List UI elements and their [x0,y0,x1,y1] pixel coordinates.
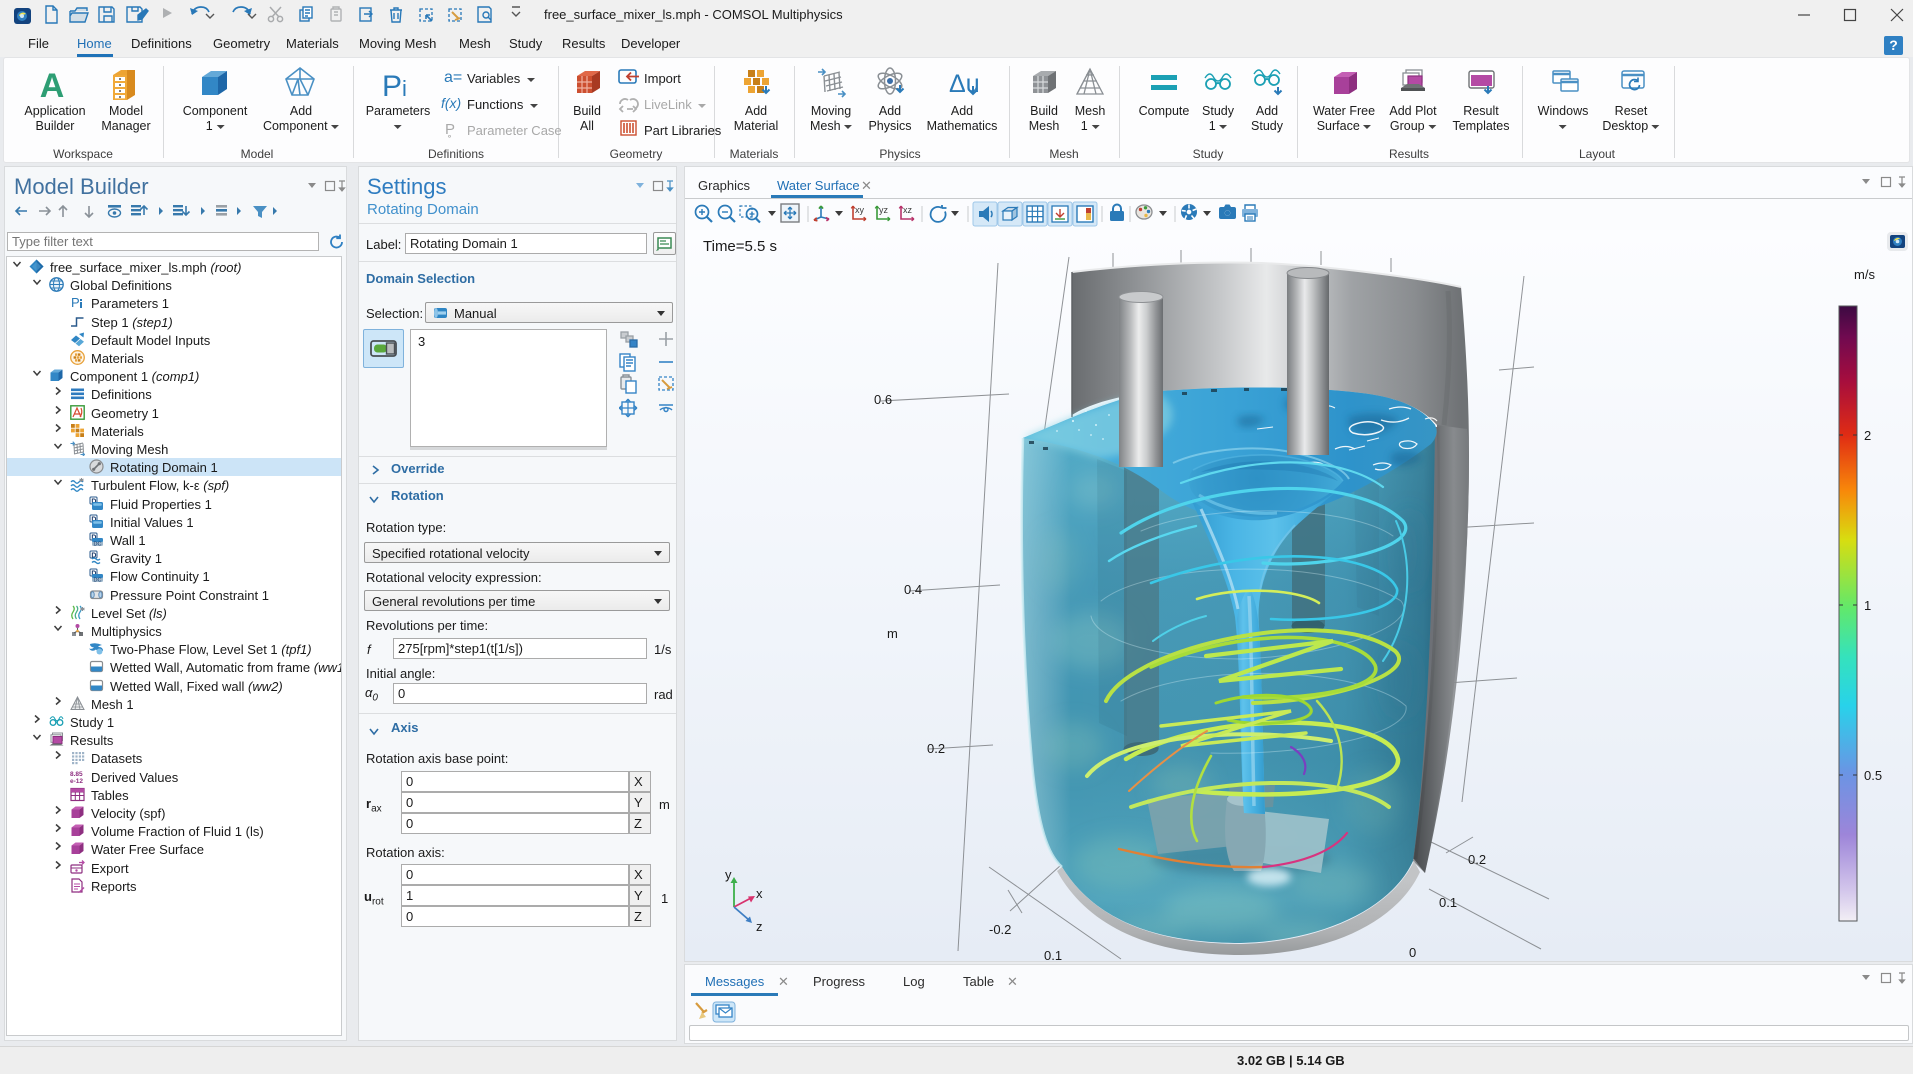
svg-text:0.2: 0.2 [927,741,945,756]
svg-text:x: x [756,886,763,901]
svg-text:P: P [382,70,402,103]
svg-text:i: i [402,76,407,101]
svg-text:0.2: 0.2 [1468,852,1486,867]
svg-text:0.6: 0.6 [874,392,892,407]
svg-text:0.1: 0.1 [1439,895,1457,910]
svg-text:m/s: m/s [1854,267,1875,282]
svg-text:A: A [40,67,65,105]
svg-text:z: z [756,919,763,934]
svg-text:0.4: 0.4 [904,582,922,597]
svg-text:0.1: 0.1 [1044,948,1062,961]
svg-text:a=: a= [444,69,462,86]
svg-text:xz: xz [903,205,913,215]
svg-text:1: 1 [1864,598,1871,613]
svg-text:P̥: P̥ [445,121,455,138]
svg-text:m: m [887,626,898,641]
svg-text:0: 0 [1409,945,1416,960]
svg-text:Time=5.5 s: Time=5.5 s [703,238,777,255]
svg-text:2: 2 [1864,428,1871,443]
svg-text:xy: xy [855,205,865,215]
svg-text:-0.2: -0.2 [989,922,1011,937]
svg-text:Δu: Δu [949,70,980,98]
svg-text:f(x): f(x) [441,95,461,111]
svg-text:y: y [725,867,732,882]
svg-text:0.5: 0.5 [1864,768,1882,783]
svg-text:yz: yz [879,205,889,215]
